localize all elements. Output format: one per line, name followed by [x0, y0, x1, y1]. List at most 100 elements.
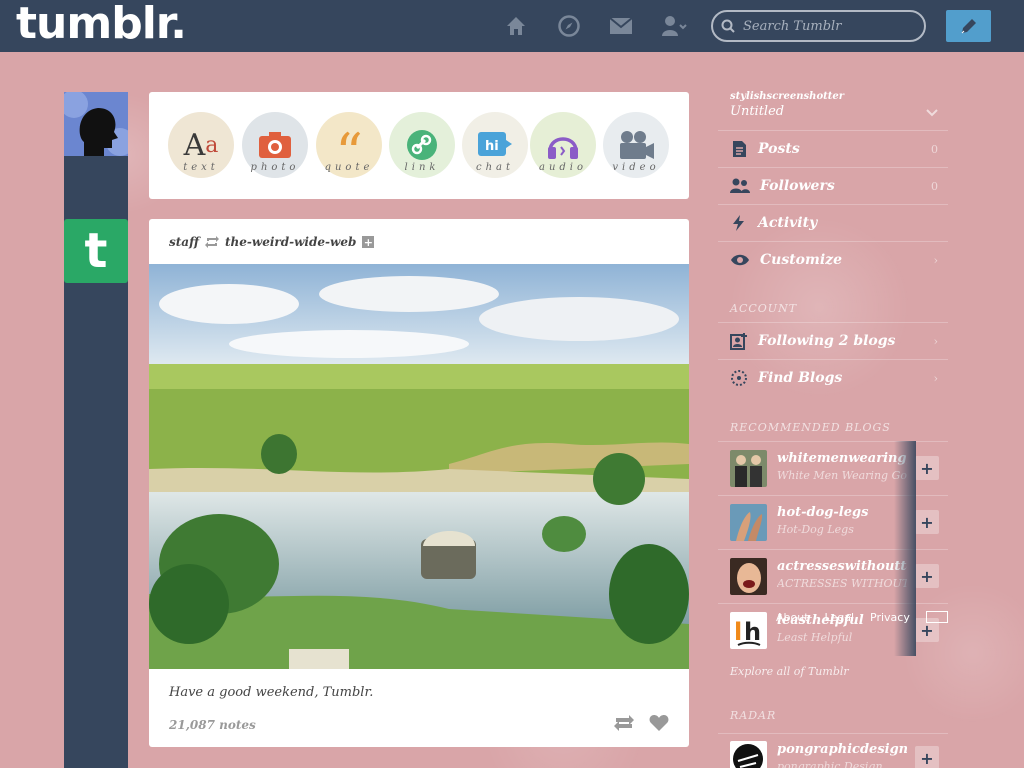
landscape-river-wagon-image: [149, 264, 689, 669]
eye-icon: [731, 254, 749, 266]
staff-avatar[interactable]: t: [64, 219, 128, 283]
quote-post-label: quote: [324, 162, 374, 173]
radar-blog-name: pongraphicdesign: [777, 742, 907, 757]
reblog-small-icon: [205, 236, 219, 248]
follow-blog-button[interactable]: +: [915, 456, 939, 480]
post-type-bar: Aa text photo “ quote link hi chat audio…: [149, 92, 689, 199]
sidebar-item-label: Following 2 blogs: [758, 333, 896, 349]
sidebar-item-find-blogs[interactable]: Find Blogs ›: [718, 359, 948, 396]
link-icon: [407, 130, 437, 160]
sidebar-item-activity[interactable]: Activity: [718, 204, 948, 241]
footer-legal-link[interactable]: Legal: [825, 611, 854, 624]
follow-blog-button[interactable]: +: [915, 510, 939, 534]
chevron-right-icon: ›: [933, 253, 938, 267]
compose-post-button[interactable]: [946, 10, 991, 42]
search-input[interactable]: [743, 18, 913, 34]
recommended-blog-name: actresseswithoutteeth: [777, 559, 907, 574]
post-author-link[interactable]: staff: [169, 235, 199, 249]
blog-switcher[interactable]: stylishscreenshotter Untitled: [730, 91, 948, 119]
sidebar-item-label: Customize: [760, 252, 842, 268]
blog-name: stylishscreenshotter: [730, 91, 844, 102]
post-gif-image[interactable]: [149, 264, 689, 669]
radar-blog-avatar: [730, 741, 767, 768]
chat-bubble-icon: hi: [478, 132, 512, 156]
recommended-blog-avatar: [730, 450, 767, 487]
like-heart-icon[interactable]: [649, 714, 669, 732]
explore-all-link[interactable]: Explore all of Tumblr: [730, 665, 849, 678]
pencil-icon: [961, 19, 976, 34]
search-box[interactable]: [711, 10, 926, 42]
photo-post-label: photo: [250, 162, 300, 173]
followers-icon: [730, 178, 750, 193]
plus-icon: +: [920, 748, 934, 768]
recommended-blog-avatar: [730, 504, 767, 541]
chevron-right-icon: ›: [933, 371, 938, 385]
recommended-blog-name: hot-dog-legs: [777, 505, 869, 520]
headphones-icon: [548, 137, 578, 159]
text-post-label: text: [183, 162, 219, 173]
sidebar-item-following[interactable]: Following 2 blogs ›: [718, 322, 948, 359]
post-caption: Have a good weekend, Tumblr.: [169, 685, 374, 700]
radar-blog-title: pongraphic Design: [777, 760, 883, 768]
svg-text:l: l: [734, 618, 742, 646]
radar-section-title: RADAR: [730, 709, 777, 722]
keyboard-shortcuts-icon[interactable]: [925, 611, 948, 623]
lightning-bolt-icon: [733, 215, 744, 231]
dashboard-post: staff the-weird-wide-web + Have a good w…: [149, 219, 689, 747]
recommended-blog-title: White Men Wearing Go...: [777, 469, 907, 482]
chevron-down-icon: [926, 109, 938, 117]
recommended-blog-avatar: lh: [730, 612, 767, 649]
account-section-title: ACCOUNT: [730, 302, 798, 315]
footer-links: About Legal Privacy: [776, 611, 948, 624]
recommended-blog-title: Least Helpful: [777, 631, 853, 644]
radar-blog[interactable]: pongraphicdesign pongraphic Design +: [718, 733, 948, 768]
chat-post-label: chat: [475, 162, 515, 173]
sidebar-item-label: Posts: [758, 141, 800, 157]
plus-icon: +: [920, 458, 934, 478]
sidebar-item-label: Activity: [758, 215, 818, 231]
camera-icon: [259, 132, 291, 158]
video-camera-icon: [620, 131, 654, 159]
chevron-right-icon: ›: [933, 334, 938, 348]
recommended-blog-name: whitemenwearinggoogle: [777, 451, 907, 466]
following-icon: [730, 333, 747, 350]
explore-compass-icon[interactable]: [557, 14, 581, 38]
plus-icon: +: [920, 566, 934, 586]
video-post-label: video: [612, 162, 660, 173]
sidebar-item-customize[interactable]: Customize ›: [718, 241, 948, 278]
footer-about-link[interactable]: About: [776, 611, 809, 624]
sidebar-item-label: Find Blogs: [758, 370, 843, 386]
account-menu-icon[interactable]: [661, 14, 689, 38]
recommended-blog-avatar: [730, 558, 767, 595]
posts-count: 0: [931, 142, 938, 156]
follow-blog-button[interactable]: +: [915, 746, 939, 768]
recommended-blog-title: ACTRESSES WITHOUT...: [777, 577, 907, 590]
tumblr-logo[interactable]: tumblr.: [16, 0, 187, 49]
recommended-blog-title: Hot-Dog Legs: [777, 523, 854, 536]
silhouette-avatar-icon: [64, 92, 128, 156]
svg-text:h: h: [744, 618, 761, 646]
inbox-mail-icon[interactable]: [609, 14, 633, 38]
blog-title: Untitled: [730, 104, 785, 119]
reblogged-from-link[interactable]: the-weird-wide-web: [225, 235, 356, 249]
plus-icon: +: [920, 512, 934, 532]
followers-count: 0: [931, 179, 938, 193]
post-actions: [613, 714, 669, 732]
tumblr-t-icon: t: [84, 223, 108, 279]
find-blogs-icon: [731, 370, 747, 386]
sidebar-item-posts[interactable]: Posts 0: [718, 130, 948, 167]
footer-privacy-link[interactable]: Privacy: [870, 611, 910, 624]
post-notes-count[interactable]: 21,087 notes: [169, 718, 256, 732]
svg-text:hi: hi: [485, 139, 499, 154]
home-icon[interactable]: [504, 14, 528, 38]
posts-document-icon: [733, 141, 746, 157]
my-avatar[interactable]: [64, 92, 128, 156]
post-header: staff the-weird-wide-web +: [169, 235, 375, 249]
follow-plus-icon[interactable]: +: [362, 236, 375, 249]
top-nav-bar: tumblr.: [0, 0, 1024, 52]
sidebar-item-followers[interactable]: Followers 0: [718, 167, 948, 204]
reblog-icon[interactable]: [613, 714, 635, 732]
sidebar-item-label: Followers: [760, 178, 835, 194]
follow-blog-button[interactable]: +: [915, 564, 939, 588]
recommended-section-title: RECOMMENDED BLOGS: [730, 421, 891, 434]
